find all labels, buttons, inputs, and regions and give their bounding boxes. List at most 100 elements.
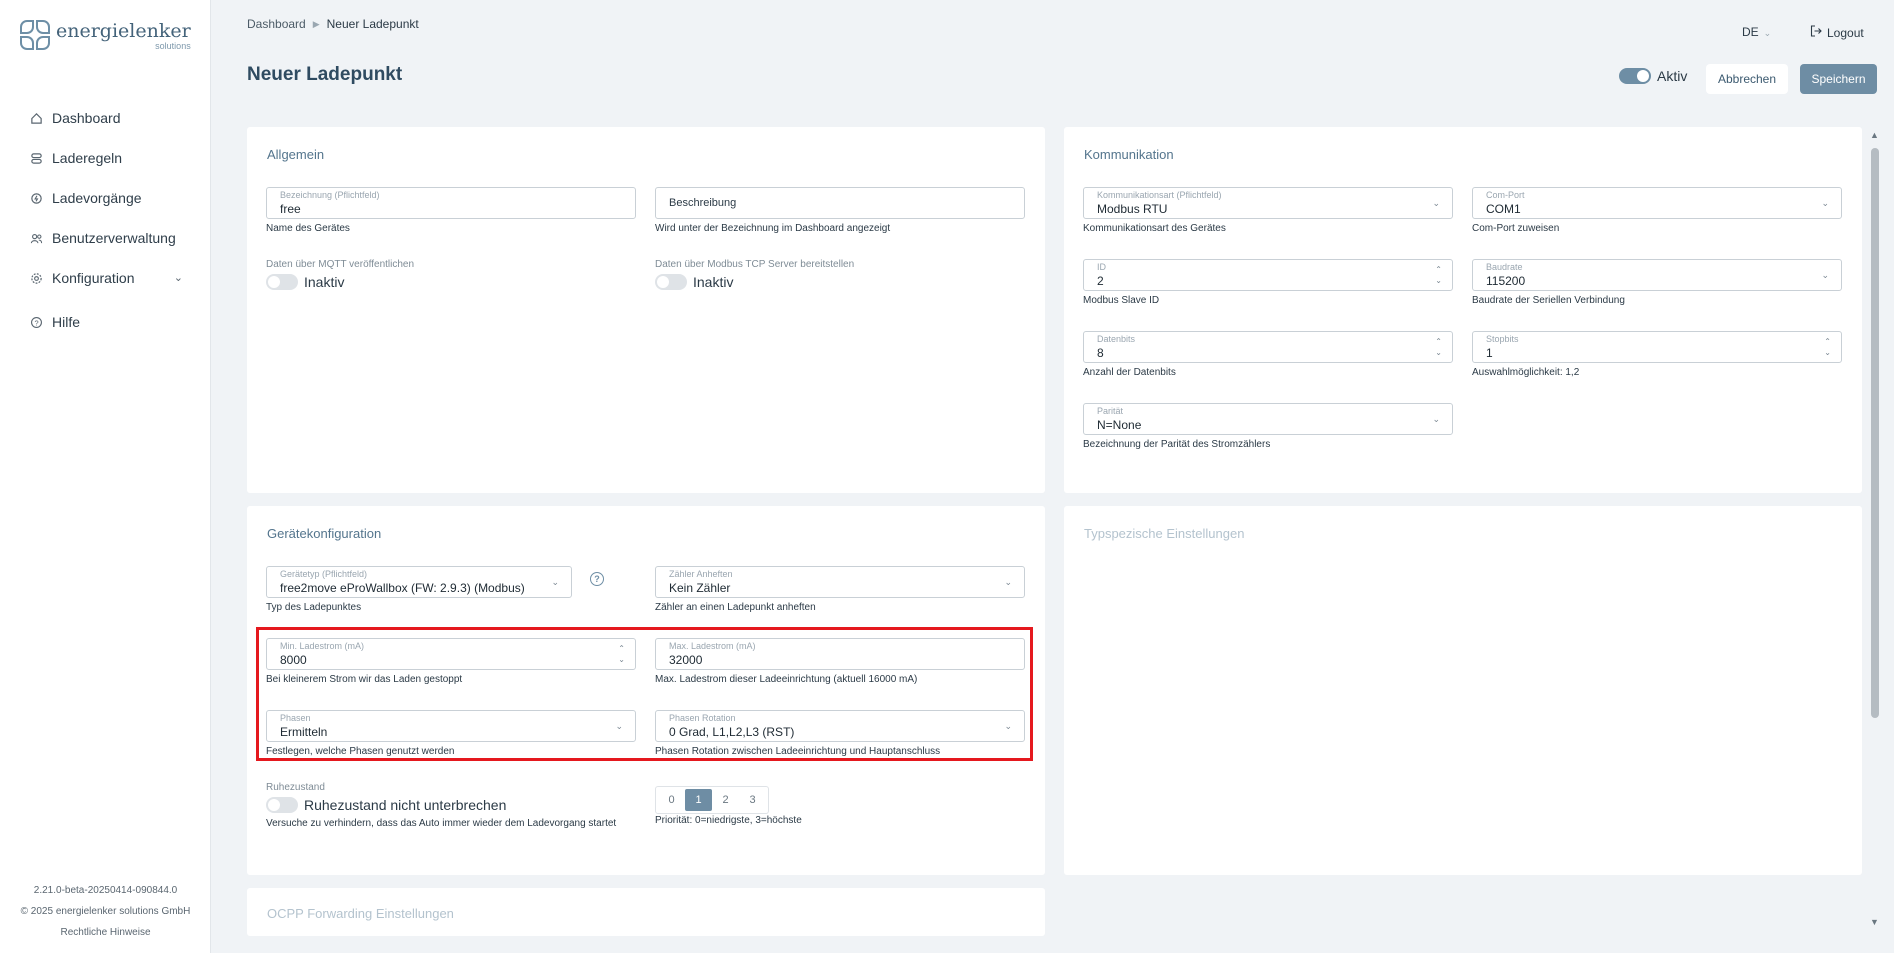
scrollbar-thumb[interactable] <box>1871 148 1879 718</box>
svg-text:?: ? <box>34 318 38 327</box>
breadcrumb-root[interactable]: Dashboard <box>247 17 306 31</box>
card-title: Gerätekonfiguration <box>267 526 382 541</box>
sidebar-item-dashboard[interactable]: Dashboard <box>0 98 211 138</box>
field-value: free <box>280 202 301 216</box>
field-label: Kommunikationsart (Pflichtfeld) <box>1097 190 1222 200</box>
card-kommunikation: Kommunikation Kommunikationsart (Pflicht… <box>1064 127 1862 493</box>
version-text: 2.21.0-beta-20250414-090844.0 <box>33 885 178 896</box>
rest-label: Ruhezustand <box>266 782 325 793</box>
field-label: Datenbits <box>1097 334 1136 344</box>
home-icon <box>29 111 43 125</box>
chevron-down-icon: ⌄ <box>551 577 559 587</box>
copyright-text: © 2025 energielenker solutions GmbH <box>20 906 191 917</box>
field-value: 115200 <box>1486 274 1526 288</box>
active-toggle[interactable]: Aktiv <box>1619 68 1687 84</box>
sidebar-footer: 2.21.0-beta-20250414-090844.0 © 2025 ene… <box>0 880 211 943</box>
chevron-down-icon: ⌄ <box>1004 577 1012 587</box>
cancel-button[interactable]: Abbrechen <box>1706 64 1788 94</box>
users-icon <box>29 231 43 245</box>
chevron-down-icon: ⌄ <box>1432 414 1440 424</box>
sidebar-item-label: Ladevorgänge <box>52 190 142 206</box>
sidebar-item-hilfe[interactable]: ? Hilfe <box>0 302 211 342</box>
sidebar-item-label: Dashboard <box>52 110 121 126</box>
logout-button[interactable]: Logout <box>1810 25 1864 40</box>
help-icon[interactable]: ? <box>590 572 604 586</box>
priority-option-2[interactable]: 2 <box>712 789 739 811</box>
page-title: Neuer Ladepunkt <box>247 64 403 85</box>
rest-toggle[interactable]: Ruhezustand nicht unterbrechen <box>266 797 506 813</box>
field-hint: Anzahl der Datenbits <box>1083 367 1176 378</box>
spinner-arrows-icon[interactable]: ⌃ ⌄ <box>1435 336 1442 358</box>
sidebar-item-label: Hilfe <box>52 314 81 330</box>
field-hint: Modbus Slave ID <box>1083 295 1160 306</box>
field-hint: Baudrate der Seriellen Verbindung <box>1472 295 1625 306</box>
active-switch[interactable] <box>1619 68 1651 84</box>
sidebar-item-laderegeln[interactable]: Laderegeln <box>0 138 211 178</box>
description-field[interactable]: Beschreibung <box>655 187 1025 219</box>
modbus-tcp-switch[interactable] <box>655 274 687 290</box>
spinner-arrows-icon[interactable]: ⌃ ⌄ <box>1435 264 1442 286</box>
card-ocpp: OCPP Forwarding Einstellungen <box>247 888 1045 936</box>
field-label: Zähler Anheften <box>669 569 733 579</box>
field-value: 2 <box>1097 274 1104 288</box>
modbus-tcp-label: Daten über Modbus TCP Server bereitstell… <box>655 259 855 270</box>
rules-icon <box>29 151 43 165</box>
active-label: Aktiv <box>1657 68 1688 84</box>
spinner-arrows-icon[interactable]: ⌃ ⌄ <box>1824 336 1831 358</box>
scrollbar[interactable]: ▲ ▼ <box>1868 126 1882 936</box>
field-value: 1 <box>1486 346 1493 360</box>
save-button[interactable]: Speichern <box>1800 64 1877 94</box>
databits-stepper[interactable]: Datenbits 8 ⌃ ⌄ <box>1083 331 1453 363</box>
communication-type-select[interactable]: Kommunikationsart (Pflichtfeld) Modbus R… <box>1083 187 1453 219</box>
meter-select[interactable]: Zähler Anheften Kein Zähler ⌄ <box>655 566 1025 598</box>
device-type-select[interactable]: Gerätetyp (Pflichtfeld) free2move eProWa… <box>266 566 572 598</box>
help-icon: ? <box>29 315 43 329</box>
card-title: OCPP Forwarding Einstellungen <box>267 906 454 921</box>
charging-icon <box>29 191 43 205</box>
language-select[interactable]: DE ⌄ <box>1742 25 1771 39</box>
highlight-box <box>256 627 1033 761</box>
sidebar-nav: Dashboard Laderegeln Ladevorgänge Benutz… <box>0 98 211 342</box>
legal-link[interactable]: Rechtliche Hinweise <box>0 922 211 943</box>
sidebar: energielenker solutions Dashboard Ladere… <box>0 0 211 953</box>
sidebar-item-benutzerverwaltung[interactable]: Benutzerverwaltung <box>0 218 211 258</box>
modbus-tcp-toggle[interactable]: Inaktiv <box>655 274 733 290</box>
mqtt-toggle[interactable]: Inaktiv <box>266 274 344 290</box>
baudrate-select[interactable]: Baudrate 115200 ⌄ <box>1472 259 1842 291</box>
sidebar-item-ladevorgaenge[interactable]: Ladevorgänge <box>0 178 211 218</box>
priority-option-1[interactable]: 1 <box>685 789 712 811</box>
sidebar-item-label: Konfiguration <box>52 270 135 286</box>
priority-option-3[interactable]: 3 <box>739 789 766 811</box>
card-allgemein: Allgemein Bezeichnung (Pflichtfeld) free… <box>247 127 1045 493</box>
logo[interactable]: energielenker solutions <box>20 20 191 52</box>
field-hint: Typ des Ladepunktes <box>266 602 362 613</box>
field-hint: Versuche zu verhindern, dass das Auto im… <box>266 818 617 829</box>
field-value: COM1 <box>1486 202 1521 216</box>
field-value: free2move eProWallbox (FW: 2.9.3) (Modbu… <box>280 581 525 595</box>
breadcrumb: Dashboard ▶ Neuer Ladepunkt <box>247 17 419 31</box>
field-label: Baudrate <box>1486 262 1523 272</box>
stopbits-stepper[interactable]: Stopbits 1 ⌃ ⌄ <box>1472 331 1842 363</box>
field-hint: Auswahlmöglichkeit: 1,2 <box>1472 367 1580 378</box>
rest-switch[interactable] <box>266 797 298 813</box>
field-label: Stopbits <box>1486 334 1519 344</box>
field-value: N=None <box>1097 418 1142 432</box>
mqtt-switch[interactable] <box>266 274 298 290</box>
chevron-down-icon: ⌄ <box>1821 198 1829 208</box>
slave-id-stepper[interactable]: ID 2 ⌃ ⌄ <box>1083 259 1453 291</box>
com-port-select[interactable]: Com-Port COM1 ⌄ <box>1472 187 1842 219</box>
mqtt-state: Inaktiv <box>304 274 345 290</box>
priority-selector: 0 1 2 3 <box>655 786 769 814</box>
field-hint: Zähler an einen Ladepunkt anheften <box>655 602 816 613</box>
priority-option-0[interactable]: 0 <box>658 789 685 811</box>
name-field[interactable]: Bezeichnung (Pflichtfeld) free <box>266 187 636 219</box>
scroll-down-icon[interactable]: ▼ <box>1870 917 1879 927</box>
sidebar-item-konfiguration[interactable]: Konfiguration ⌄ <box>0 258 211 298</box>
chevron-down-icon: ⌄ <box>1432 198 1440 208</box>
parity-select[interactable]: Parität N=None ⌄ <box>1083 403 1453 435</box>
scroll-up-icon[interactable]: ▲ <box>1870 130 1879 140</box>
sidebar-item-label: Laderegeln <box>52 150 123 166</box>
field-hint: Com-Port zuweisen <box>1472 223 1560 234</box>
logo-name: energielenker <box>56 19 191 42</box>
logo-icon <box>20 20 52 52</box>
